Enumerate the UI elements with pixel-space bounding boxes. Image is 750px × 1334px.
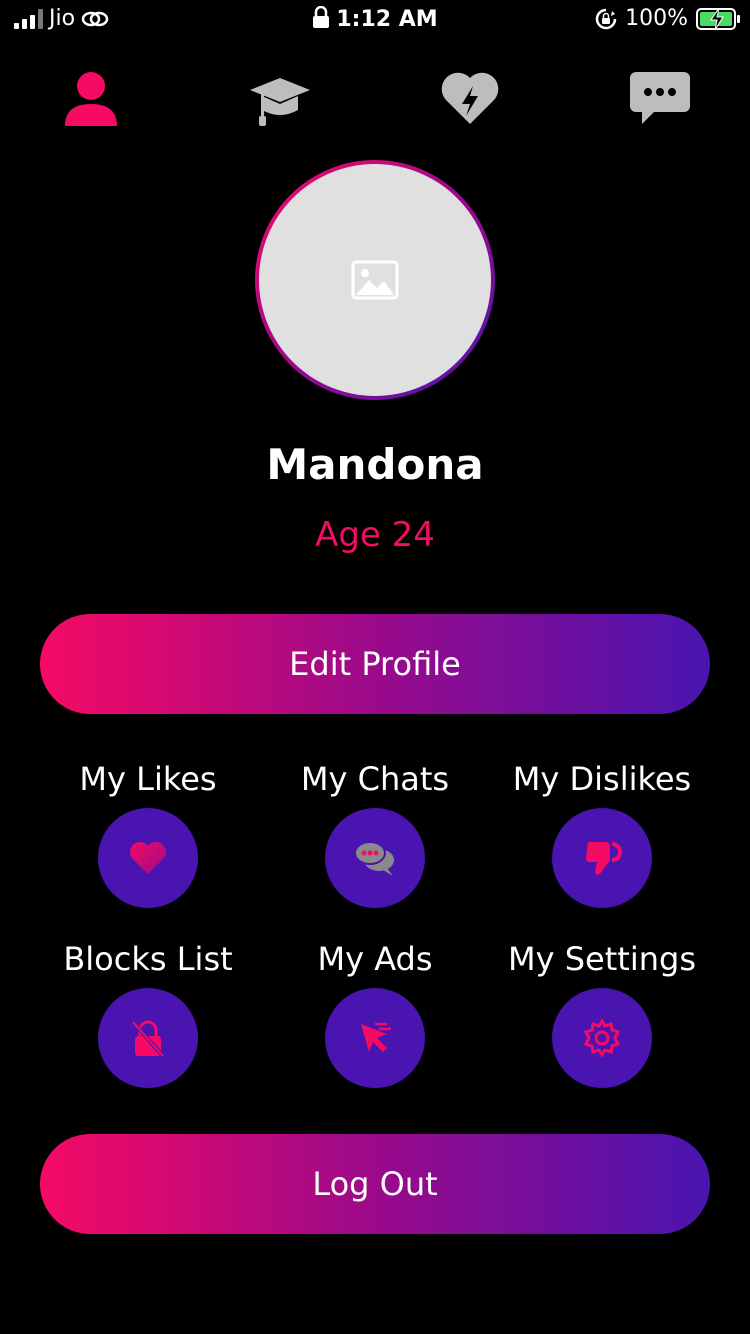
my-ads-button[interactable] xyxy=(325,988,425,1088)
edit-profile-button[interactable]: Edit Profile xyxy=(40,614,710,714)
my-dislikes-button[interactable] xyxy=(552,808,652,908)
gear-icon xyxy=(583,1018,621,1058)
status-bar: Jio 1:12 AM 100% xyxy=(0,0,750,40)
option-label: My Ads xyxy=(317,940,433,978)
option-my-settings: My Settings xyxy=(482,940,722,1088)
option-my-dislikes: My Dislikes xyxy=(482,760,722,908)
status-right: 100% xyxy=(595,6,740,31)
top-nav xyxy=(0,60,750,130)
graduation-cap-icon[interactable] xyxy=(248,66,312,130)
user-age: Age 24 xyxy=(315,515,435,555)
option-label: Blocks List xyxy=(63,940,233,978)
my-likes-button[interactable] xyxy=(98,808,198,908)
chat-bubble-icon[interactable] xyxy=(628,66,692,130)
cursor-click-icon xyxy=(361,1022,391,1052)
heart-bolt-icon[interactable] xyxy=(438,66,502,130)
battery-icon xyxy=(696,7,740,30)
battery-label: 100% xyxy=(625,6,688,31)
lock-icon xyxy=(313,5,330,28)
avatar[interactable] xyxy=(259,164,491,396)
lock-slash-icon xyxy=(131,1020,165,1058)
option-label: My Chats xyxy=(300,760,450,798)
option-label: My Settings xyxy=(508,940,696,978)
option-my-chats: My Chats xyxy=(255,760,495,908)
option-blocks-list: Blocks List xyxy=(28,940,268,1088)
time-label: 1:12 AM xyxy=(336,7,438,32)
option-my-ads: My Ads xyxy=(255,940,495,1088)
my-chats-button[interactable] xyxy=(325,808,425,908)
rotation-lock-icon xyxy=(595,8,617,29)
profile-tab-icon[interactable] xyxy=(59,66,123,130)
blocks-list-button[interactable] xyxy=(98,988,198,1088)
user-name: Mandona xyxy=(266,440,484,489)
my-settings-button[interactable] xyxy=(552,988,652,1088)
thumbs-down-icon xyxy=(586,842,622,875)
option-label: My Dislikes xyxy=(512,760,692,798)
heart-icon xyxy=(130,842,166,874)
option-label: My Likes xyxy=(79,760,217,798)
avatar-ring[interactable] xyxy=(255,160,495,400)
image-placeholder-icon xyxy=(351,260,399,300)
option-my-likes: My Likes xyxy=(28,760,268,908)
log-out-button[interactable]: Log Out xyxy=(40,1134,710,1234)
chat-icon xyxy=(354,841,394,876)
